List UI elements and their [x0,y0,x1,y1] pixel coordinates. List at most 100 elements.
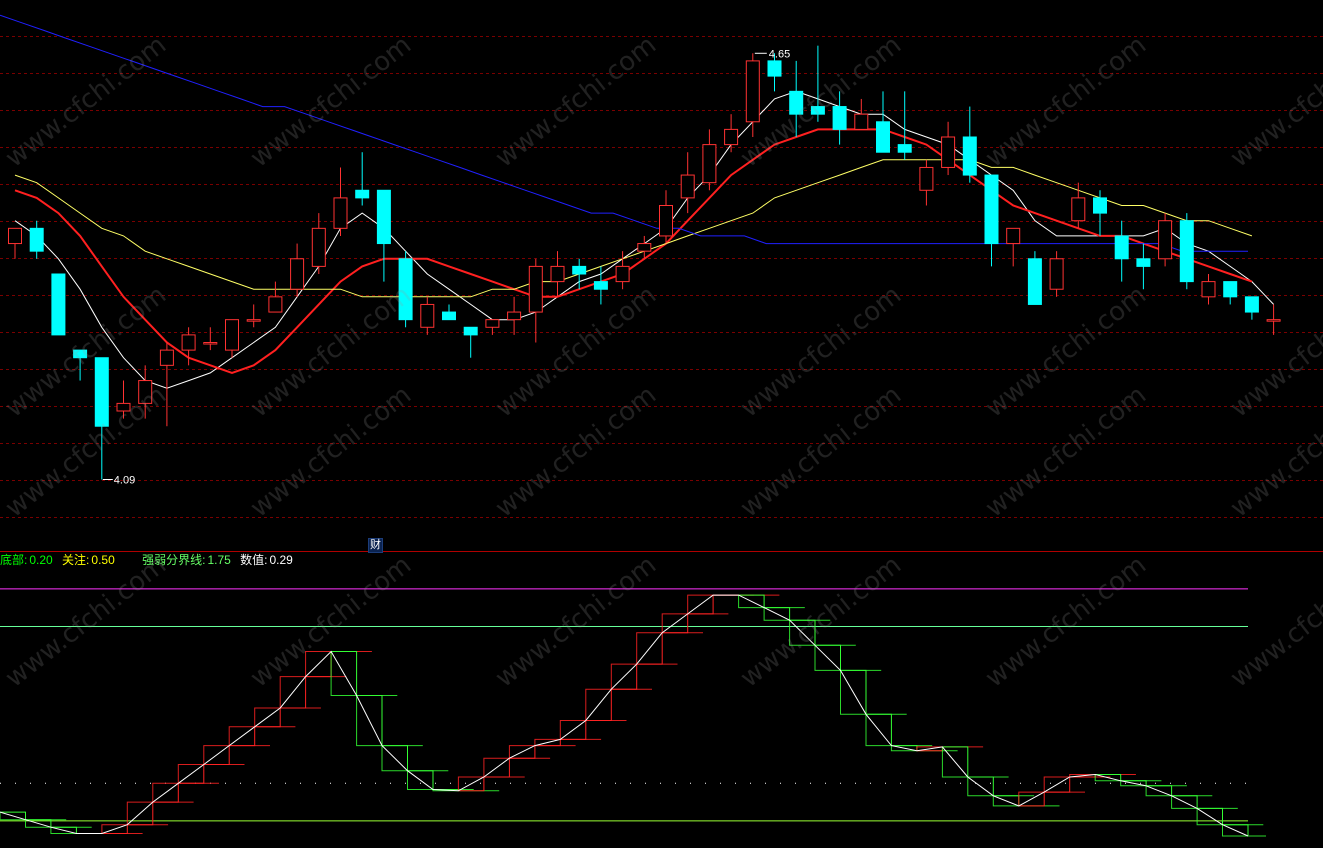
price-grid [0,36,1323,518]
indicator-step-shadow [50,827,118,834]
indicator-step-shadow [101,824,169,834]
stock-chart: 4.65 4.09 [0,14,1323,837]
candle [897,91,912,160]
indicator-step-shadow [585,688,652,721]
strength-divider-value: 1.75 [207,553,231,567]
numeric-value: 0.29 [269,553,293,567]
candle-body [854,113,869,130]
indicator-step-shadow [1094,774,1162,782]
min-price-label: 4.09 [114,475,135,487]
candle [138,365,153,419]
candle-body [702,144,717,184]
candle-body [246,319,261,322]
candle [398,251,413,328]
bottom-label: 底部: [0,553,28,567]
candle [1266,304,1281,335]
candle [333,167,348,236]
candle-body [73,349,88,359]
candle [290,243,305,297]
candle-body [463,326,478,336]
candle-body [485,319,500,328]
indicator-step-shadow [177,764,245,784]
candle-body [1006,227,1021,245]
indicator-step-shadow [483,757,551,777]
candle-body [311,227,326,267]
candle [116,380,131,419]
candle-body [962,136,977,176]
candle [268,281,283,313]
ma-line-longest [0,14,1248,252]
strength-divider-label: 强弱分界线: [142,553,206,567]
candle [8,227,22,259]
candle [1093,190,1107,236]
candle [854,98,869,130]
candle [876,91,890,153]
candle-body [290,258,305,290]
candle [159,342,174,427]
indicator-step-shadow [330,651,398,696]
indicator-step-shadow [559,720,627,740]
finance-badge[interactable]: 财 [368,538,383,553]
candle [1027,251,1042,305]
candle [1179,213,1194,290]
indicator-step-shadow [738,595,805,609]
candle [442,304,456,321]
candle-body [420,303,435,328]
candle-body [637,243,652,252]
candle-body [984,174,999,245]
indicator-step-shadow [203,745,270,765]
candle-body [203,342,218,345]
candle-body [919,166,934,191]
candle-body [333,197,348,229]
indicator-step-shadow [254,707,321,727]
max-price-label: 4.65 [769,48,790,60]
candle [528,258,543,343]
candle-body [745,60,760,123]
candle [311,213,326,274]
candle-body [181,334,196,351]
candle-body [1114,235,1129,260]
indicator-step-shadow [610,663,678,690]
candle [355,152,370,206]
candle [225,319,239,358]
candle-body [8,227,22,245]
indicator-step-shadow [0,812,67,821]
indicator-value-line [0,594,1249,837]
indicator-step-shadow [381,745,449,772]
candle [94,357,109,480]
candle-body [138,380,153,404]
candle [203,327,218,351]
candle-body [724,128,739,146]
candle-body [897,144,912,153]
candle [702,129,717,191]
candle [246,304,261,328]
indicator-step-shadow [1120,780,1187,787]
ma-line-long [14,159,1253,298]
candle-body [29,227,44,252]
candle-body [507,311,522,321]
indicator-step-shadow [508,745,576,759]
candle-body [941,136,956,168]
candle-body [1266,319,1281,322]
candle-body [94,357,109,427]
candle [919,159,934,206]
candle-body [51,273,66,336]
candle-body [659,205,673,237]
candle [941,121,956,176]
candle [593,266,608,305]
indicator-step-shadow [1196,808,1264,826]
candle-body [789,90,804,115]
candle [1244,296,1259,320]
candle-body [442,311,456,321]
candle-body [355,189,370,199]
candle [659,190,673,244]
indicator-step-shadow [228,726,296,746]
candle-body [615,265,630,283]
candle [507,296,522,335]
candle-body [268,296,283,313]
candle [1114,220,1129,282]
candle-body [1136,258,1151,267]
indicator-step-shadow [407,770,474,790]
candle-body [159,349,174,366]
candle-body [810,106,825,115]
